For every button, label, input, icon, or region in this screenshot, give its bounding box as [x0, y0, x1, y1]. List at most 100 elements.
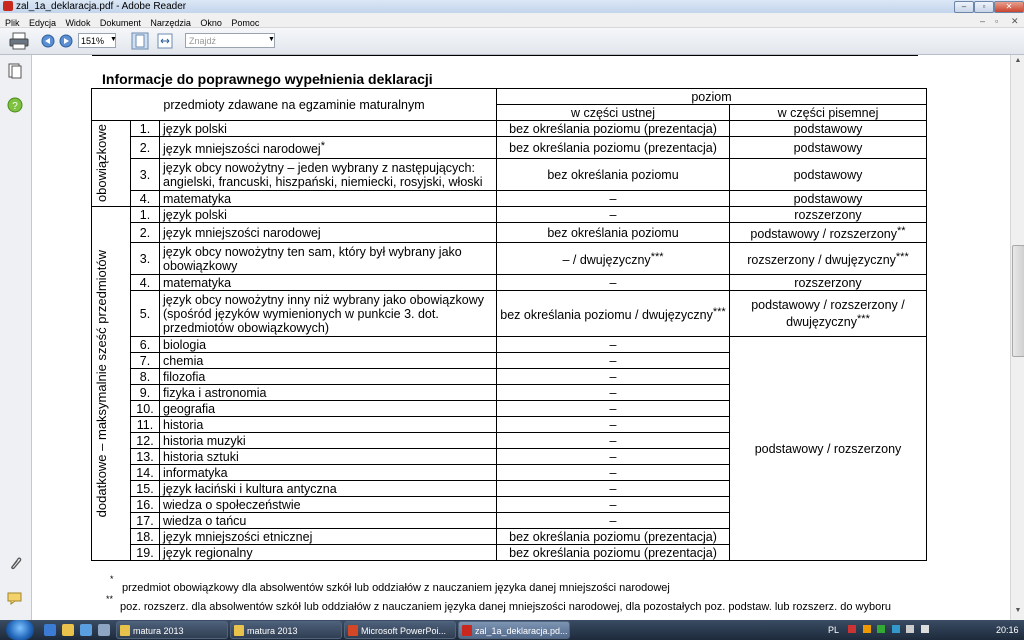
footnote-mark: **	[106, 594, 114, 604]
doc-restore-icon[interactable]: ▫	[990, 14, 998, 28]
attachments-icon[interactable]	[7, 555, 23, 571]
oral-cell: –	[496, 512, 730, 529]
folder-icon	[120, 625, 130, 636]
start-button[interactable]	[6, 620, 34, 640]
footnote-mark: *	[110, 574, 114, 584]
help-icon[interactable]: ?	[7, 97, 23, 113]
row-number: 2.	[130, 222, 160, 243]
table-row: 3. język obcy nowożytny ten sam, który by…	[92, 242, 927, 275]
svg-text:?: ?	[12, 101, 18, 112]
oral-cell: –	[496, 416, 730, 433]
fit-page-icon[interactable]	[131, 32, 149, 50]
oral-cell: –	[496, 400, 730, 417]
table-row: 5. język obcy nowożytny inny niż wybrany …	[92, 290, 927, 337]
subject-cell: wiedza o społeczeństwie	[159, 496, 497, 513]
vertical-scrollbar[interactable]: ▲ ▼	[1010, 55, 1024, 620]
oral-cell: –	[496, 432, 730, 449]
oral-cell: –	[496, 352, 730, 369]
row-number: 13.	[130, 448, 160, 465]
written-cell: rozszerzony	[729, 274, 927, 291]
zoom-dropdown-icon[interactable]: ▼	[110, 36, 117, 54]
table-row: 6. biologia – podstawowy / rozszerzony	[92, 336, 927, 561]
tray-icons	[846, 620, 986, 640]
minimize-button[interactable]: –	[954, 1, 974, 13]
row-number: 17.	[130, 512, 160, 529]
toolbar: 151% ▼ Znajdź ▼	[0, 28, 1024, 55]
doc-close-icon[interactable]: ✕	[1006, 14, 1019, 28]
taskbar-item[interactable]: Microsoft PowerPoi...	[344, 621, 456, 639]
subject-cell: język mniejszości etnicznej	[159, 528, 497, 545]
row-number: 11.	[130, 416, 160, 433]
subject-cell: informatyka	[159, 464, 497, 481]
footnote-text: przedmiot obowiązkowy dla absolwentów sz…	[122, 582, 670, 594]
subject-cell: język łaciński i kultura antyczna	[159, 480, 497, 497]
subject-cell: historia sztuki	[159, 448, 497, 465]
subject-cell: historia	[159, 416, 497, 433]
doc-minimize-icon[interactable]: –	[975, 14, 985, 28]
row-number: 1.	[130, 120, 160, 137]
clock[interactable]: 20:16	[996, 620, 1019, 640]
oral-cell: –	[496, 190, 730, 207]
fit-width-icon[interactable]	[156, 32, 174, 50]
previous-page-icon[interactable]	[41, 32, 55, 50]
oral-cell: –	[496, 384, 730, 401]
subjects-header: przedmioty zdawane na egzaminie maturaln…	[91, 88, 497, 121]
scrollbar-thumb[interactable]	[1012, 245, 1024, 357]
group-mandatory-label: obowiązkowe	[91, 120, 131, 207]
tray-icon[interactable]	[862, 625, 871, 633]
taskbar-item-active[interactable]: zal_1a_deklaracja.pd...	[458, 621, 570, 639]
subject-cell: język polski	[159, 120, 497, 137]
written-cell: podstawowy / rozszerzony / dwujęzyczny**…	[729, 290, 927, 337]
subject-cell: język obcy nowożytny ten sam, który był …	[159, 242, 497, 275]
oral-cell: bez określania poziomu	[496, 158, 730, 191]
row-number: 7.	[130, 352, 160, 369]
show-desktop-icon[interactable]	[98, 624, 110, 636]
row-number: 14.	[130, 464, 160, 481]
oral-cell: –	[496, 464, 730, 481]
oral-cell: bez określania poziomu	[496, 222, 730, 243]
scroll-down-icon[interactable]: ▼	[1013, 607, 1023, 617]
row-number: 2.	[130, 136, 160, 159]
written-cell: podstawowy	[729, 136, 927, 159]
close-button[interactable]: ✕	[994, 1, 1024, 13]
folder-icon	[234, 625, 244, 636]
row-number: 4.	[130, 190, 160, 207]
oral-cell: bez określania poziomu / dwujęzyczny***	[496, 290, 730, 337]
tray-icon[interactable]	[848, 625, 856, 633]
volume-icon[interactable]	[920, 625, 929, 633]
network-icon[interactable]	[906, 625, 915, 633]
row-number: 6.	[130, 336, 160, 353]
footnote-marker: *	[320, 140, 325, 152]
adobe-reader-icon	[3, 1, 13, 11]
scroll-up-icon[interactable]: ▲	[1013, 57, 1023, 67]
print-icon[interactable]	[9, 32, 29, 50]
taskbar-item[interactable]: matura 2013	[116, 621, 228, 639]
footnote-marker: **	[897, 225, 906, 237]
language-indicator[interactable]: PL	[828, 620, 839, 640]
document-view[interactable]: Informacje do poprawnego wypełnienia dek…	[32, 55, 1010, 620]
ie-icon[interactable]	[44, 624, 56, 636]
subject-cell: historia muzyki	[159, 432, 497, 449]
subject-cell: fizyka i astronomia	[159, 384, 497, 401]
restore-button[interactable]: ▫	[974, 1, 994, 13]
written-cell: podstawowy	[729, 190, 927, 207]
comments-icon[interactable]	[7, 590, 23, 606]
explorer-icon[interactable]	[62, 624, 74, 636]
oral-cell: bez określania poziomu (prezentacja)	[496, 544, 730, 561]
written-cell: rozszerzony	[729, 206, 927, 223]
tray-icon[interactable]	[891, 625, 900, 633]
subject-cell-text: język mniejszości narodowej	[163, 142, 321, 156]
media-player-icon[interactable]	[80, 624, 92, 636]
tray-icon[interactable]	[877, 625, 886, 633]
find-input[interactable]: Znajdź	[185, 33, 275, 48]
find-dropdown-icon[interactable]: ▼	[268, 36, 275, 54]
taskbar: matura 2013 matura 2013 Microsoft PowerP…	[0, 620, 1024, 640]
taskbar-item[interactable]: matura 2013	[230, 621, 342, 639]
footnote-text: poz. rozszerz. dla absolwentów szkół lub…	[120, 601, 892, 613]
next-page-icon[interactable]	[59, 32, 73, 50]
prev-table-border	[92, 55, 918, 56]
written-cell-text: podstawowy / rozszerzony	[750, 227, 898, 241]
subject-cell: wiedza o tańcu	[159, 512, 497, 529]
oral-cell: bez określania poziomu (prezentacja)	[496, 528, 730, 545]
pages-icon[interactable]	[7, 63, 23, 79]
